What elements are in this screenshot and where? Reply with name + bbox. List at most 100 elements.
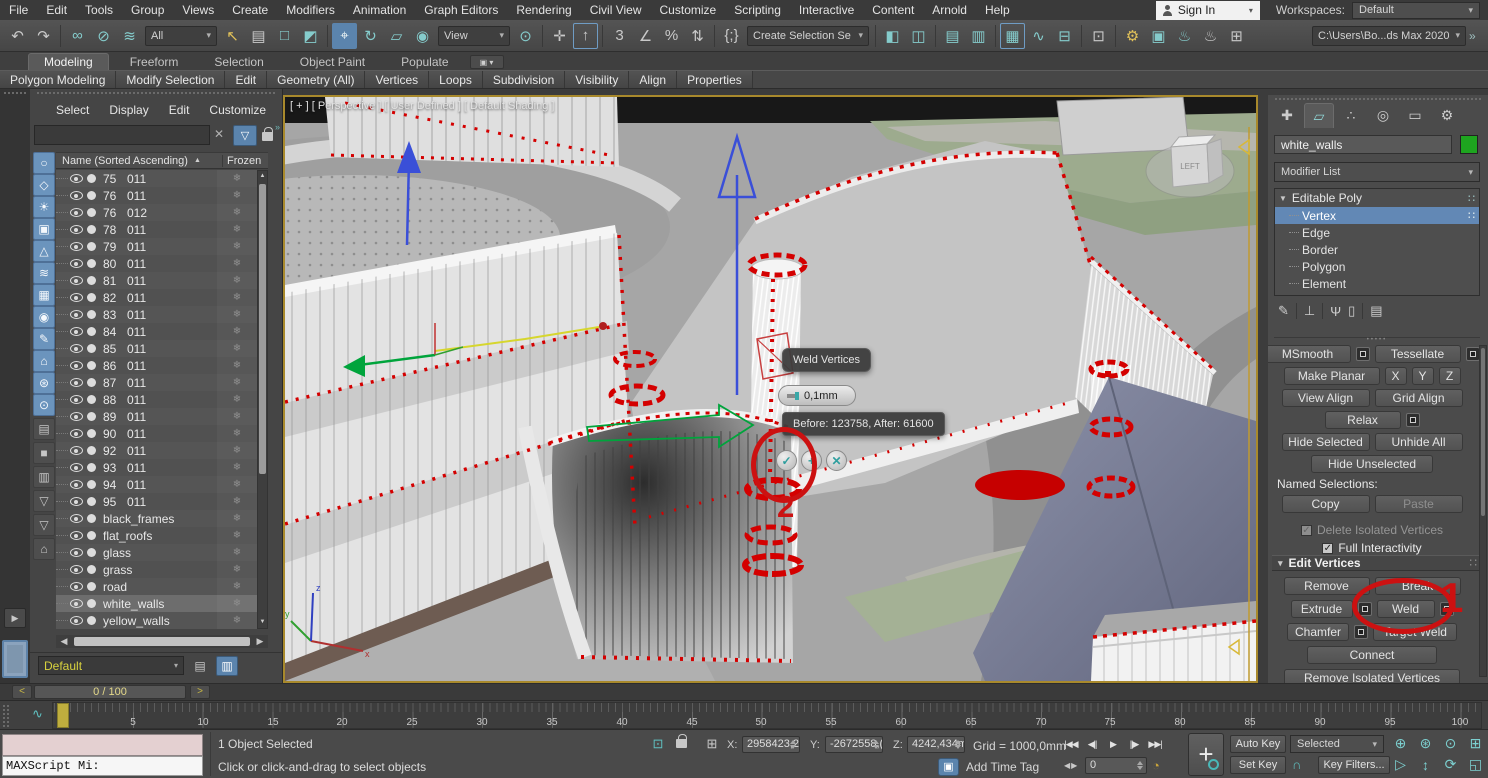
visibility-eye-icon[interactable]: [70, 616, 83, 625]
render-setup-icon[interactable]: ⚙: [1120, 23, 1145, 49]
frozen-toggle-icon[interactable]: [217, 357, 257, 374]
maxscript-mini-listener[interactable]: MAXScript Mi:: [2, 756, 203, 776]
filter-particles-icon[interactable]: ⊛: [33, 372, 55, 394]
visibility-eye-icon[interactable]: [70, 548, 83, 557]
frozen-toggle-icon[interactable]: [217, 391, 257, 408]
utilities-tab-icon[interactable]: ⚙: [1432, 103, 1462, 128]
panel-grip[interactable]: [36, 91, 276, 96]
ribbon-panel-button[interactable]: Modify Selection: [116, 71, 225, 88]
scrollbar-thumb[interactable]: [74, 637, 250, 646]
toolbar-button[interactable]: [324, 23, 331, 49]
time-configuration-icon[interactable]: ◔: [1152, 758, 1160, 773]
frozen-toggle-icon[interactable]: [217, 459, 257, 476]
render-toggle-icon[interactable]: [87, 565, 96, 574]
explorer-row[interactable]: 76 011: [56, 187, 257, 204]
explorer-row[interactable]: 90 011: [56, 425, 257, 442]
selection-lock-icon[interactable]: [676, 739, 687, 748]
render-toggle-icon[interactable]: [87, 616, 96, 625]
toolbar-button[interactable]: [711, 23, 718, 49]
explorer-row[interactable]: 87 011: [56, 374, 257, 391]
menu-item[interactable]: Edit: [37, 0, 76, 20]
stack-tool-icon[interactable]: [1322, 303, 1323, 319]
frozen-toggle-icon[interactable]: [217, 442, 257, 459]
key-filters-button[interactable]: Key Filters...: [1318, 756, 1390, 774]
select-and-move-icon[interactable]: ⌖: [332, 23, 357, 49]
explorer-row[interactable]: 82 011: [56, 289, 257, 306]
visibility-eye-icon[interactable]: [70, 429, 83, 438]
frozen-toggle-icon[interactable]: [217, 340, 257, 357]
render-toggle-icon[interactable]: [87, 531, 96, 540]
object-name-field[interactable]: [1274, 135, 1452, 154]
overflow-chevrons-icon[interactable]: »: [275, 122, 280, 132]
remove-isolated-vertices-button[interactable]: Remove Isolated Vertices: [1284, 669, 1460, 683]
menu-item[interactable]: Views: [173, 0, 223, 20]
ribbon-panel-button[interactable]: Visibility: [565, 71, 629, 88]
menu-item[interactable]: Modifiers: [277, 0, 344, 20]
project-path-dropdown[interactable]: C:\Users\Bo...ds Max 2020: [1312, 26, 1466, 46]
frozen-toggle-icon[interactable]: [217, 544, 257, 561]
menu-item[interactable]: Create: [223, 0, 277, 20]
lock-icon[interactable]: [262, 132, 273, 141]
key-mode-dropdown[interactable]: Selected: [1290, 735, 1384, 753]
pin-stack-icon[interactable]: ✎: [1278, 303, 1289, 319]
set-key-button[interactable]: Set Key: [1230, 756, 1286, 774]
edit-named-selection-sets-icon[interactable]: {;}: [719, 23, 744, 49]
next-frame-icon[interactable]: ||▶: [1125, 735, 1143, 753]
render-toggle-icon[interactable]: [87, 480, 96, 489]
frozen-toggle-icon[interactable]: [217, 476, 257, 493]
frozen-toggle-icon[interactable]: [217, 238, 257, 255]
frozen-toggle-icon[interactable]: [217, 323, 257, 340]
visibility-eye-icon[interactable]: [70, 174, 83, 183]
frozen-toggle-icon[interactable]: [217, 425, 257, 442]
zoom-extents-icon[interactable]: ⊙: [1438, 733, 1463, 754]
color-swatch[interactable]: [2, 640, 28, 678]
menu-item[interactable]: Graph Editors: [415, 0, 507, 20]
chamfer-settings-icon[interactable]: [1354, 625, 1368, 639]
explorer-row[interactable]: 86 011: [56, 357, 257, 374]
workspace-dropdown[interactable]: Default: [1352, 2, 1480, 19]
render-toggle-icon[interactable]: [87, 225, 96, 234]
named-selection-sets-dropdown[interactable]: Create Selection Se: [747, 26, 869, 46]
visibility-eye-icon[interactable]: [70, 344, 83, 353]
horizontal-scrollbar[interactable]: ◀ ▶: [56, 635, 268, 648]
unlink-selection-icon[interactable]: ⊘: [91, 23, 116, 49]
hierarchy-view-icon[interactable]: ▥: [216, 656, 238, 676]
menu-item[interactable]: File: [0, 0, 37, 20]
select-object-icon[interactable]: ↖: [220, 23, 245, 49]
remove-modifier-icon[interactable]: ▯: [1348, 303, 1355, 319]
zoom-extents-all-icon[interactable]: ⊞: [1463, 733, 1488, 754]
toolbar-button[interactable]: [599, 23, 606, 49]
explorer-row[interactable]: 84 011: [56, 323, 257, 340]
viewport-3d-scene[interactable]: LEFT x y z: [285, 97, 1256, 681]
explorer-row[interactable]: 93 011: [56, 459, 257, 476]
render-toggle-icon[interactable]: [87, 446, 96, 455]
frozen-toggle-icon[interactable]: [217, 493, 257, 510]
render-grid-ab-icon[interactable]: ⊞: [1224, 23, 1249, 49]
explorer-menu-item[interactable]: Select: [56, 103, 89, 117]
make-planar-button[interactable]: Make Planar: [1284, 367, 1380, 385]
frozen-toggle-icon[interactable]: [217, 204, 257, 221]
go-to-start-icon[interactable]: |◀◀: [1062, 735, 1080, 753]
toggle-layer-explorer-icon[interactable]: ▥: [966, 23, 991, 49]
explorer-row[interactable]: grass: [56, 561, 257, 578]
explorer-row[interactable]: flat_roofs: [56, 527, 257, 544]
timeline-grip[interactable]: [2, 704, 10, 727]
object-color-swatch[interactable]: [1460, 135, 1478, 154]
menu-item[interactable]: Civil View: [581, 0, 651, 20]
menu-item[interactable]: Help: [976, 0, 1019, 20]
filter-containers-icon[interactable]: ⌂: [33, 350, 55, 372]
explorer-row[interactable]: white_walls: [56, 595, 257, 612]
display-thumbnails-icon[interactable]: ■: [33, 442, 55, 464]
maximize-viewport-icon[interactable]: ◱: [1463, 754, 1488, 775]
toolbar-button[interactable]: [872, 23, 879, 49]
render-toggle-icon[interactable]: [87, 276, 96, 285]
filter-helpers-icon[interactable]: △: [33, 240, 55, 262]
snaps-toggle-icon[interactable]: 3: [607, 23, 632, 49]
add-time-tag[interactable]: Add Time Tag: [966, 760, 1039, 774]
display-tab-icon[interactable]: ▭: [1400, 103, 1430, 128]
toolbar-button[interactable]: [539, 23, 546, 49]
explorer-row[interactable]: yellow_walls: [56, 612, 257, 629]
ribbon-panel-button[interactable]: Subdivision: [483, 71, 565, 88]
unhide-all-button[interactable]: Unhide All: [1375, 433, 1463, 451]
explorer-menu-item[interactable]: Customize: [209, 103, 266, 117]
